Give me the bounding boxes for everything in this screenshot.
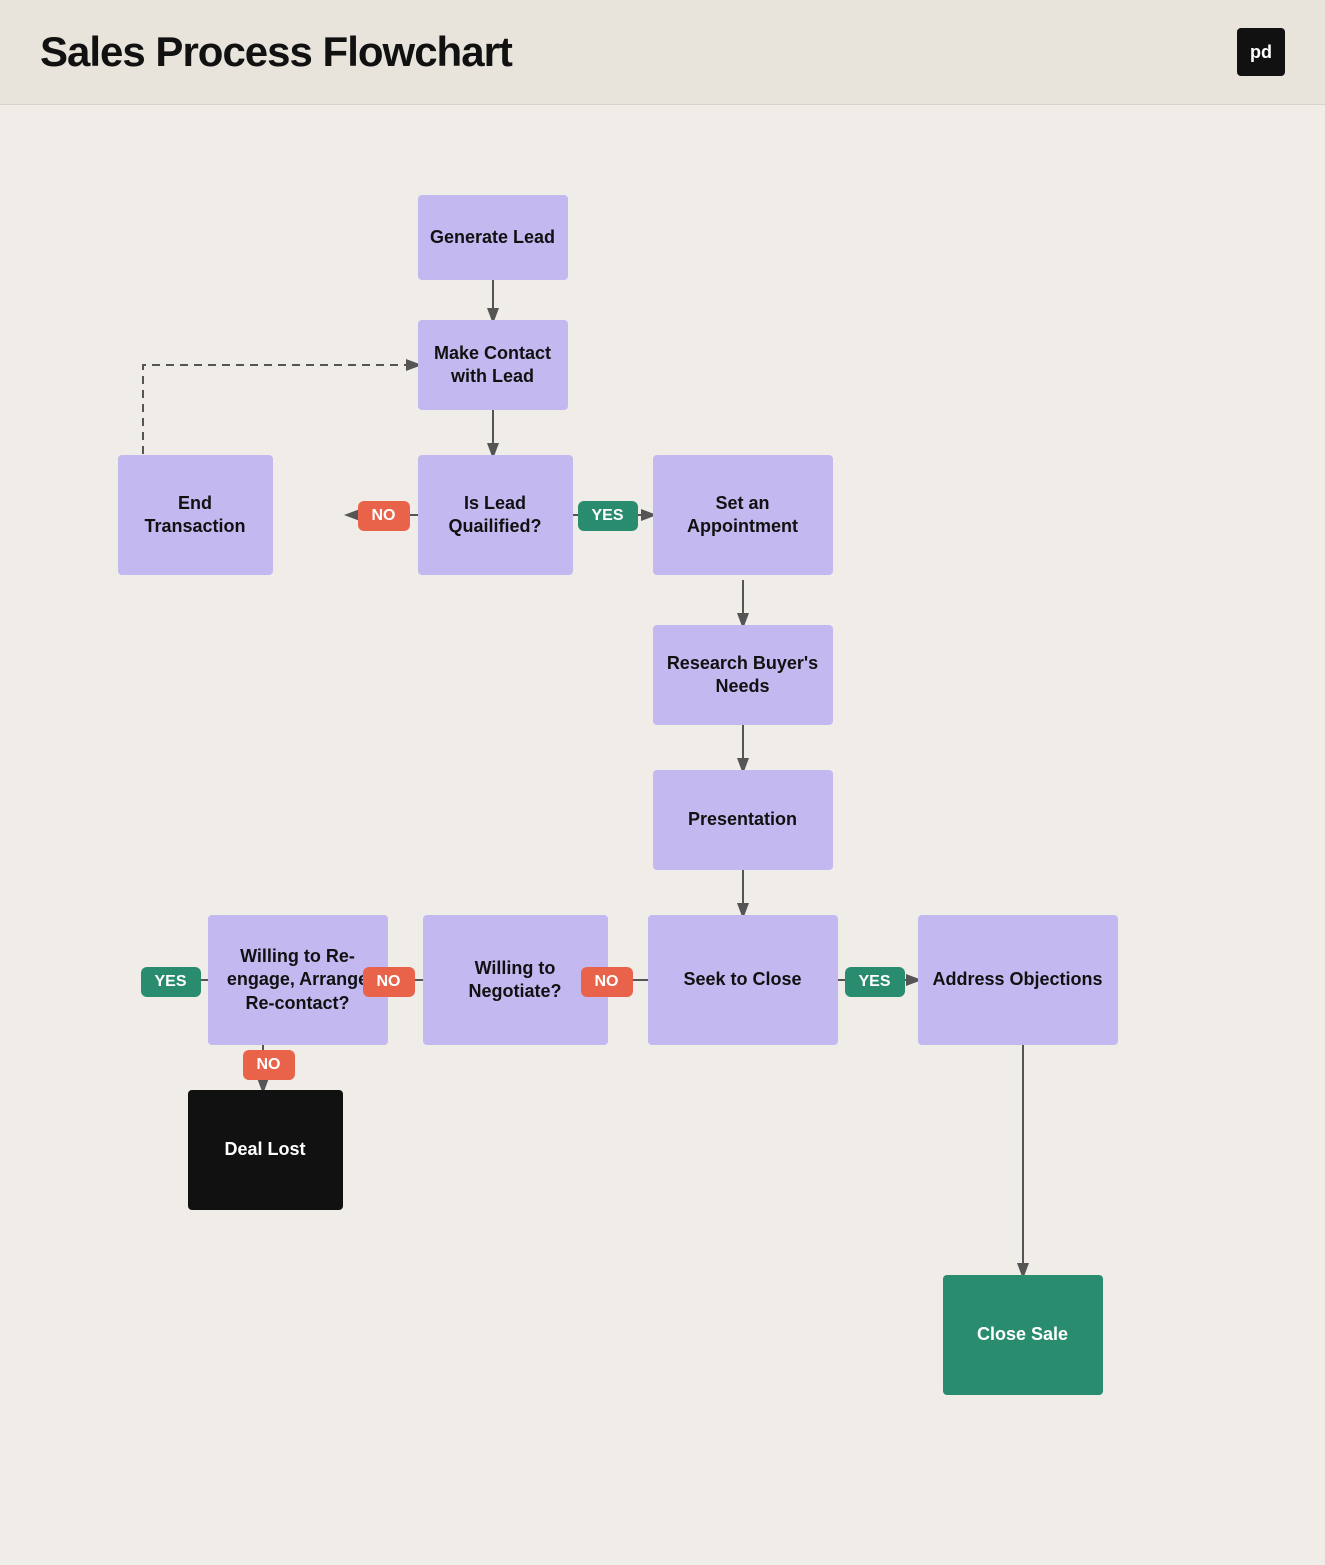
presentation-box: Presentation (653, 770, 833, 870)
seek-close-box: Seek to Close (648, 915, 838, 1045)
research-needs-box: Research Buyer's Needs (653, 625, 833, 725)
is-qualified-box: Is Lead Quailified? (418, 455, 573, 575)
page-header: Sales Process Flowchart pd (0, 0, 1325, 105)
no-badge-qualified-end: NO (358, 501, 410, 531)
set-appointment-box: Set an Appointment (653, 455, 833, 575)
page-title: Sales Process Flowchart (40, 28, 512, 76)
close-sale-box: Close Sale (943, 1275, 1103, 1395)
make-contact-box: Make Contact with Lead (418, 320, 568, 410)
willing-negotiate-box: Willing to Negotiate? (423, 915, 608, 1045)
yes-badge-seek-address: YES (845, 967, 905, 997)
flowchart-container: Generate Lead Make Contact with Lead Is … (0, 105, 1325, 1565)
logo-badge: pd (1237, 28, 1285, 76)
address-objections-box: Address Objections (918, 915, 1118, 1045)
willing-reengage-box: Willing to Re-engage, Arrange Re-contact… (208, 915, 388, 1045)
flow-wrapper: Generate Lead Make Contact with Lead Is … (63, 145, 1263, 1525)
no-badge-seek-negotiate: NO (581, 967, 633, 997)
deal-lost-box: Deal Lost (188, 1090, 343, 1210)
yes-badge-qualified-set: YES (578, 501, 638, 531)
no-badge-reengage-lost: NO (243, 1050, 295, 1080)
no-badge-negotiate-reengage: NO (363, 967, 415, 997)
end-transaction-box: End Transaction (118, 455, 273, 575)
yes-badge-reengage: YES (141, 967, 201, 997)
generate-lead-box: Generate Lead (418, 195, 568, 280)
